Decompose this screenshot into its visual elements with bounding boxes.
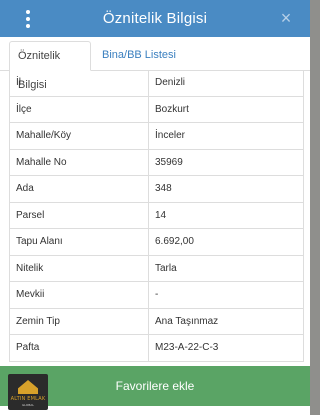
attribute-value: 14 (155, 209, 167, 221)
attribute-table: İl Denizli İlçe Bozkurt Mahalle/Köy İnce… (9, 70, 304, 362)
attribute-info-dialog: Öznitelik Bilgisi × Öznitelik Bilgisi Bi… (0, 0, 310, 415)
agency-logo: ALTIN EMLAK GLOBAL (8, 374, 48, 410)
attribute-value: Tarla (155, 262, 177, 274)
table-row: Mahalle No 35969 (10, 149, 303, 176)
attribute-key: Mevkii (10, 282, 149, 308)
attribute-value: Ana Taşınmaz (155, 315, 219, 327)
attribute-key: Pafta (10, 335, 149, 361)
house-icon (18, 380, 38, 394)
attribute-value: M23-A-22-C-3 (155, 342, 219, 353)
attribute-value: İnceler (155, 130, 186, 141)
attribute-key: Nitelik (10, 255, 149, 281)
tab-bar: Öznitelik Bilgisi Bina/BB Listesi (0, 37, 310, 91)
close-icon[interactable]: × (274, 6, 298, 30)
dialog-title: Öznitelik Bilgisi (102, 10, 208, 27)
table-row: İlçe Bozkurt (10, 96, 303, 123)
attribute-key: Tapu Alanı (10, 229, 149, 255)
tab-building-list[interactable]: Bina/BB Listesi (94, 41, 184, 70)
logo-name: ALTIN EMLAK (10, 396, 46, 402)
table-row: Tapu Alanı 6.692,00 (10, 229, 303, 256)
attribute-key: Zemin Tip (10, 308, 149, 334)
attribute-value: 6.692,00 (155, 236, 194, 247)
dialog-header: Öznitelik Bilgisi × (0, 0, 310, 37)
table-row: Parsel 14 (10, 202, 303, 229)
attribute-value: 35969 (155, 156, 183, 168)
table-row: Mahalle/Köy İnceler (10, 123, 303, 150)
attribute-key: Mahalle/Köy (10, 123, 149, 149)
attribute-value: - (155, 289, 159, 300)
attribute-value: 348 (155, 183, 172, 194)
table-row: Zemin Tip Ana Taşınmaz (10, 308, 303, 335)
attribute-value: Denizli (155, 77, 186, 88)
attribute-key: Parsel (10, 202, 149, 228)
table-row: Nitelik Tarla (10, 255, 303, 282)
table-row: Mevkii - (10, 282, 303, 309)
tab-attribute-info[interactable]: Öznitelik Bilgisi (9, 41, 91, 91)
table-row: İl Denizli (10, 70, 303, 97)
table-row: Pafta M23-A-22-C-3 (10, 335, 303, 362)
table-row: Ada 348 (10, 176, 303, 203)
attribute-key: Mahalle No (10, 149, 149, 175)
attribute-key: İlçe (10, 96, 149, 122)
attribute-value: Bozkurt (155, 103, 189, 115)
logo-sub: GLOBAL (21, 403, 35, 407)
attribute-key: İl (10, 70, 149, 96)
attribute-key: Ada (10, 176, 149, 202)
